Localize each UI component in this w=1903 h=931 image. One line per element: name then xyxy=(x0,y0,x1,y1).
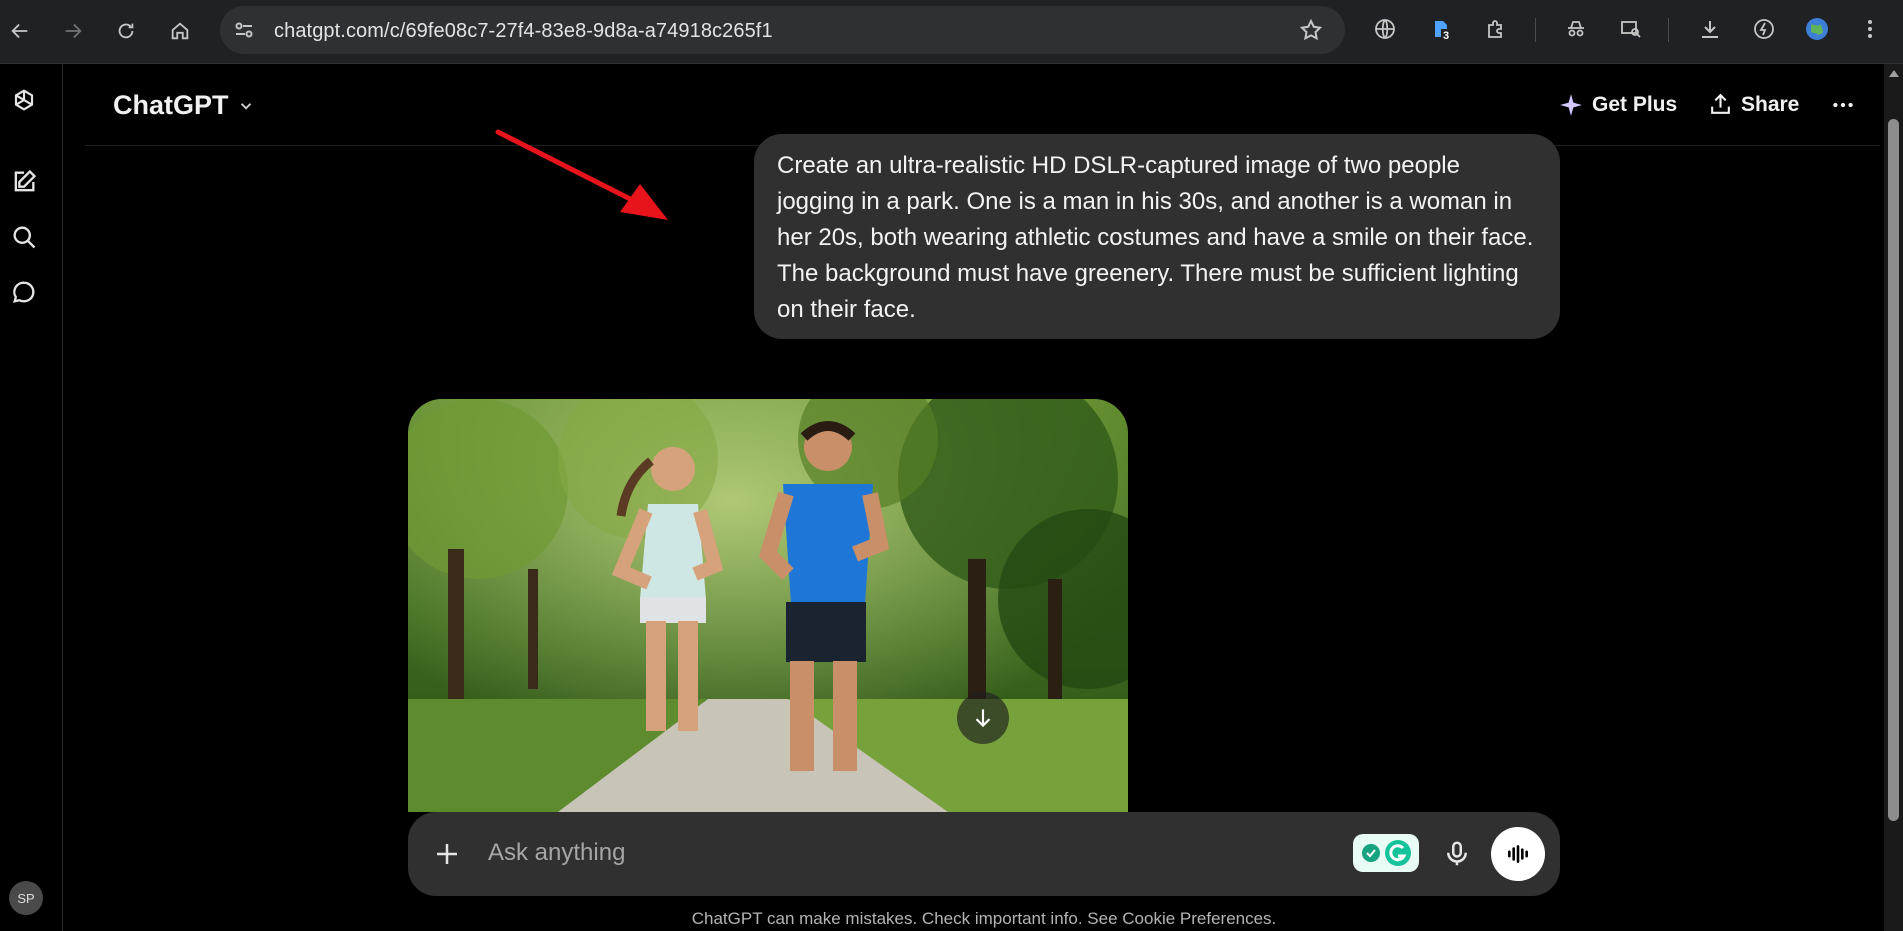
cast-search-icon[interactable] xyxy=(1616,14,1646,44)
performance-icon[interactable] xyxy=(1749,14,1779,44)
toolbar-divider xyxy=(1668,18,1669,42)
app-title: ChatGPT xyxy=(113,90,229,120)
scroll-up-arrow-icon[interactable] xyxy=(1889,70,1899,77)
home-icon[interactable] xyxy=(162,13,198,49)
browser-toolbar: chatgpt.com/c/69fe08c7-27f4-83e8-9d8a-a7… xyxy=(0,0,1903,64)
browser-menu-icon[interactable] xyxy=(1855,14,1885,44)
forward-icon[interactable] xyxy=(55,13,91,49)
scrollbar[interactable] xyxy=(1884,64,1903,931)
toolbar-divider xyxy=(1535,18,1536,42)
profile-avatar-icon[interactable] xyxy=(1802,14,1832,44)
composer: Ask anything xyxy=(408,812,1560,896)
address-bar[interactable]: chatgpt.com/c/69fe08c7-27f4-83e8-9d8a-a7… xyxy=(220,6,1345,54)
message-input[interactable]: Ask anything xyxy=(488,839,625,867)
grammarly-icon xyxy=(1362,840,1411,866)
incognito-icon[interactable] xyxy=(1561,14,1591,44)
scrollbar-thumb[interactable] xyxy=(1888,119,1899,821)
search-icon[interactable] xyxy=(10,223,38,251)
share-label: Share xyxy=(1741,92,1800,116)
generated-image[interactable] xyxy=(408,399,1128,812)
translate-icon[interactable] xyxy=(1370,14,1400,44)
ellipsis-icon xyxy=(1833,102,1853,108)
share-icon xyxy=(1711,93,1730,114)
more-options-button[interactable] xyxy=(1830,92,1856,118)
reload-icon[interactable] xyxy=(108,13,144,49)
site-settings-icon[interactable] xyxy=(232,18,256,42)
download-icon[interactable] xyxy=(1695,14,1725,44)
user-message-bubble: Create an ultra-realistic HD DSLR-captur… xyxy=(754,134,1560,339)
sparkle-icon xyxy=(1560,94,1582,116)
disclaimer-text: ChatGPT can make mistakes. Check importa… xyxy=(691,909,1277,928)
puzzle-extensions-icon[interactable] xyxy=(1481,14,1511,44)
arrow-down-icon xyxy=(975,709,991,728)
chevron-down-icon xyxy=(240,102,251,110)
waveform-icon xyxy=(1508,845,1528,863)
scroll-down-button[interactable] xyxy=(957,692,1009,744)
openai-logo-icon[interactable] xyxy=(8,86,40,118)
get-plus-button[interactable]: Get Plus xyxy=(1558,92,1677,118)
get-plus-label: Get Plus xyxy=(1592,93,1678,116)
extension-icon[interactable]: 3 xyxy=(1426,14,1456,44)
model-selector[interactable]: ChatGPT xyxy=(113,90,255,121)
bookmark-star-icon[interactable] xyxy=(1299,18,1323,42)
microphone-icon[interactable] xyxy=(1442,839,1472,869)
extension-badge: 3 xyxy=(1443,30,1450,42)
new-chat-icon[interactable] xyxy=(10,168,38,196)
back-icon[interactable] xyxy=(2,13,38,49)
url-text[interactable]: chatgpt.com/c/69fe08c7-27f4-83e8-9d8a-a7… xyxy=(274,20,773,43)
plus-icon[interactable] xyxy=(432,839,462,869)
joggers-in-park-image xyxy=(408,399,1128,812)
voice-mode-button[interactable] xyxy=(1491,827,1545,881)
annotation-arrow-icon xyxy=(495,129,668,220)
chats-icon[interactable] xyxy=(10,278,38,306)
grammarly-widget[interactable] xyxy=(1353,834,1419,872)
share-button[interactable]: Share xyxy=(1708,92,1799,117)
sidebar-rail xyxy=(0,64,63,931)
